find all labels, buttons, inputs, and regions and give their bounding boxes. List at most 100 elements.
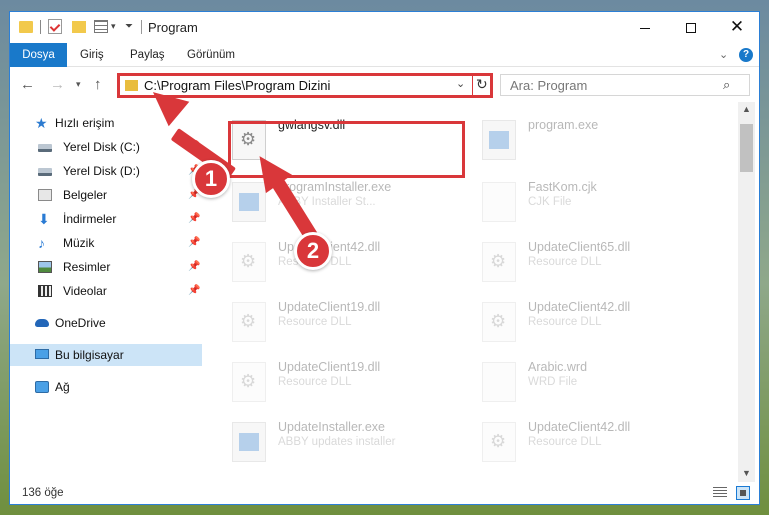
back-arrow-icon[interactable]: ← [20,76,35,93]
close-button[interactable]: ✕ [714,12,759,43]
file-item[interactable]: UpdateClient42.dll Resource DLL [460,414,700,470]
folder-icon [125,80,138,91]
maximize-button[interactable] [668,12,714,43]
sidebar-item-label: Bu bilgisayar [55,348,124,362]
dll-icon [482,242,516,282]
file-item[interactable]: UpdateClient19.dll Resource DLL [210,294,450,350]
properties-check-icon[interactable] [48,19,62,34]
details-view-icon[interactable] [713,487,727,499]
forward-arrow-icon[interactable]: → [50,76,65,93]
refresh-icon[interactable]: ↻ [476,76,488,93]
star-icon: ★ [35,115,48,131]
cloud-icon [35,319,49,327]
file-name: Arabic.wrd [528,360,588,374]
scrollbar-thumb[interactable] [740,124,753,172]
file-name: FastKom.cjk [528,180,597,194]
file-name: UpdateInstaller.exe [278,420,386,434]
file-type: Resource DLL [528,256,602,268]
search-box[interactable]: Ara: Program ⌕ [500,74,750,96]
sidebar-item-videos[interactable]: Videolar 📌 [10,280,202,302]
help-icon[interactable]: ? [739,48,753,62]
search-placeholder[interactable]: Ara: Program [510,78,587,93]
dll-icon [232,242,266,282]
pin-icon[interactable]: 📌 [188,208,200,230]
scroll-up-icon[interactable]: ▲ [742,104,751,114]
sidebar-item-label: Ağ [55,380,70,394]
file-type: Resource DLL [278,376,352,388]
sidebar-item-label: İndirmeler [63,212,117,226]
chevron-down-icon[interactable]: ▾ [111,21,116,32]
navigation-pane: ★ Hızlı erişim Yerel Disk (C:) 📌 Yerel D… [10,102,210,482]
expand-ribbon-icon[interactable]: ⌄ [719,48,728,61]
file-name: UpdateClient65.dll [528,240,631,254]
sidebar-item-label: OneDrive [55,316,106,330]
tab-home[interactable]: Giriş [80,43,104,67]
annotation-badge-1: 1 [192,160,230,198]
sidebar-item-label: Yerel Disk (D:) [63,164,140,178]
network-icon [35,381,49,393]
file-type: WRD File [528,376,578,388]
vertical-scrollbar[interactable]: ▲ ▼ [738,102,755,482]
file-item[interactable]: Arabic.wrd WRD File [460,354,700,410]
folder-icon[interactable] [19,21,33,33]
address-dropdown-icon[interactable]: ⌄ [456,77,465,90]
sidebar-item-label: Videolar [63,284,107,298]
computer-icon [35,349,49,359]
pictures-icon [38,261,52,273]
file-name: UpdateClient42.dll [528,420,631,434]
sidebar-item-label: Resimler [63,260,111,274]
pin-icon[interactable]: 📌 [188,256,200,278]
sidebar-item-documents[interactable]: Belgeler 📌 [10,184,202,206]
file-type: Resource DLL [528,436,602,448]
dll-icon [232,302,266,342]
scroll-down-icon[interactable]: ▼ [742,468,751,478]
drive-icon [38,144,52,152]
large-icons-view-icon[interactable] [736,486,750,500]
sidebar-item-this-pc[interactable]: Bu bilgisayar [10,344,202,366]
dll-icon [482,302,516,342]
file-type: CJK File [528,196,572,208]
annotation-badge-2: 2 [294,232,332,270]
sidebar-item-label: Yerel Disk (C:) [63,140,140,154]
pin-icon[interactable]: 📌 [188,232,200,254]
file-list: gwlangsv.dll program.exe programInstalle… [210,102,738,482]
minimize-button[interactable] [622,12,668,43]
exe-icon [232,182,266,222]
sidebar-item-onedrive[interactable]: OneDrive [10,312,202,334]
sidebar-item-downloads[interactable]: ⬇ İndirmeler 📌 [10,208,202,230]
file-item[interactable]: UpdateClient42.dll Resource DLL [460,294,700,350]
new-folder-icon[interactable] [72,21,86,33]
drive-icon [38,168,52,176]
file-item[interactable]: UpdateClient65.dll Resource DLL [460,234,700,290]
quick-access-dropdown-icon[interactable]: ⏷ [125,21,133,32]
sidebar-item-label: Belgeler [63,188,108,202]
sidebar-item-label: Hızlı erişim [55,116,115,130]
recent-locations-icon[interactable]: ▾ [76,79,81,90]
close-icon: ✕ [729,17,745,36]
sidebar-item-network[interactable]: Ağ [10,376,202,398]
customize-icon[interactable] [94,20,108,33]
file-item[interactable]: program.exe [460,112,700,168]
sidebar-item-local-disk-d[interactable]: Yerel Disk (D:) 📌 [10,160,202,182]
item-count: 136 öğe [22,487,64,499]
file-item[interactable]: UpdateClient19.dll Resource DLL [210,354,450,410]
pin-icon[interactable]: 📌 [188,280,200,302]
window-title: Program [148,20,198,35]
documents-icon [38,189,52,201]
sidebar-item-pictures[interactable]: Resimler 📌 [10,256,202,278]
file-type: Resource DLL [528,316,602,328]
tab-file[interactable]: Dosya [10,43,67,67]
file-type: ABBY updates installer [278,436,396,448]
file-name: programInstaller.exe [278,180,392,194]
search-icon[interactable]: ⌕ [723,77,730,93]
sidebar-item-music[interactable]: ♪ Müzik 📌 [10,232,202,254]
dll-icon [232,362,266,402]
file-name: UpdateClient19.dll [278,360,381,374]
file-item[interactable]: FastKom.cjk CJK File [460,174,700,230]
videos-icon [38,285,52,297]
up-arrow-icon[interactable]: ↑ [94,76,102,93]
tab-view[interactable]: Görünüm [187,43,235,67]
tab-share[interactable]: Paylaş [130,43,165,67]
file-item[interactable]: programInstaller.exe ABBY Installer St..… [210,174,450,230]
file-item[interactable]: UpdateInstaller.exe ABBY updates install… [210,414,450,470]
